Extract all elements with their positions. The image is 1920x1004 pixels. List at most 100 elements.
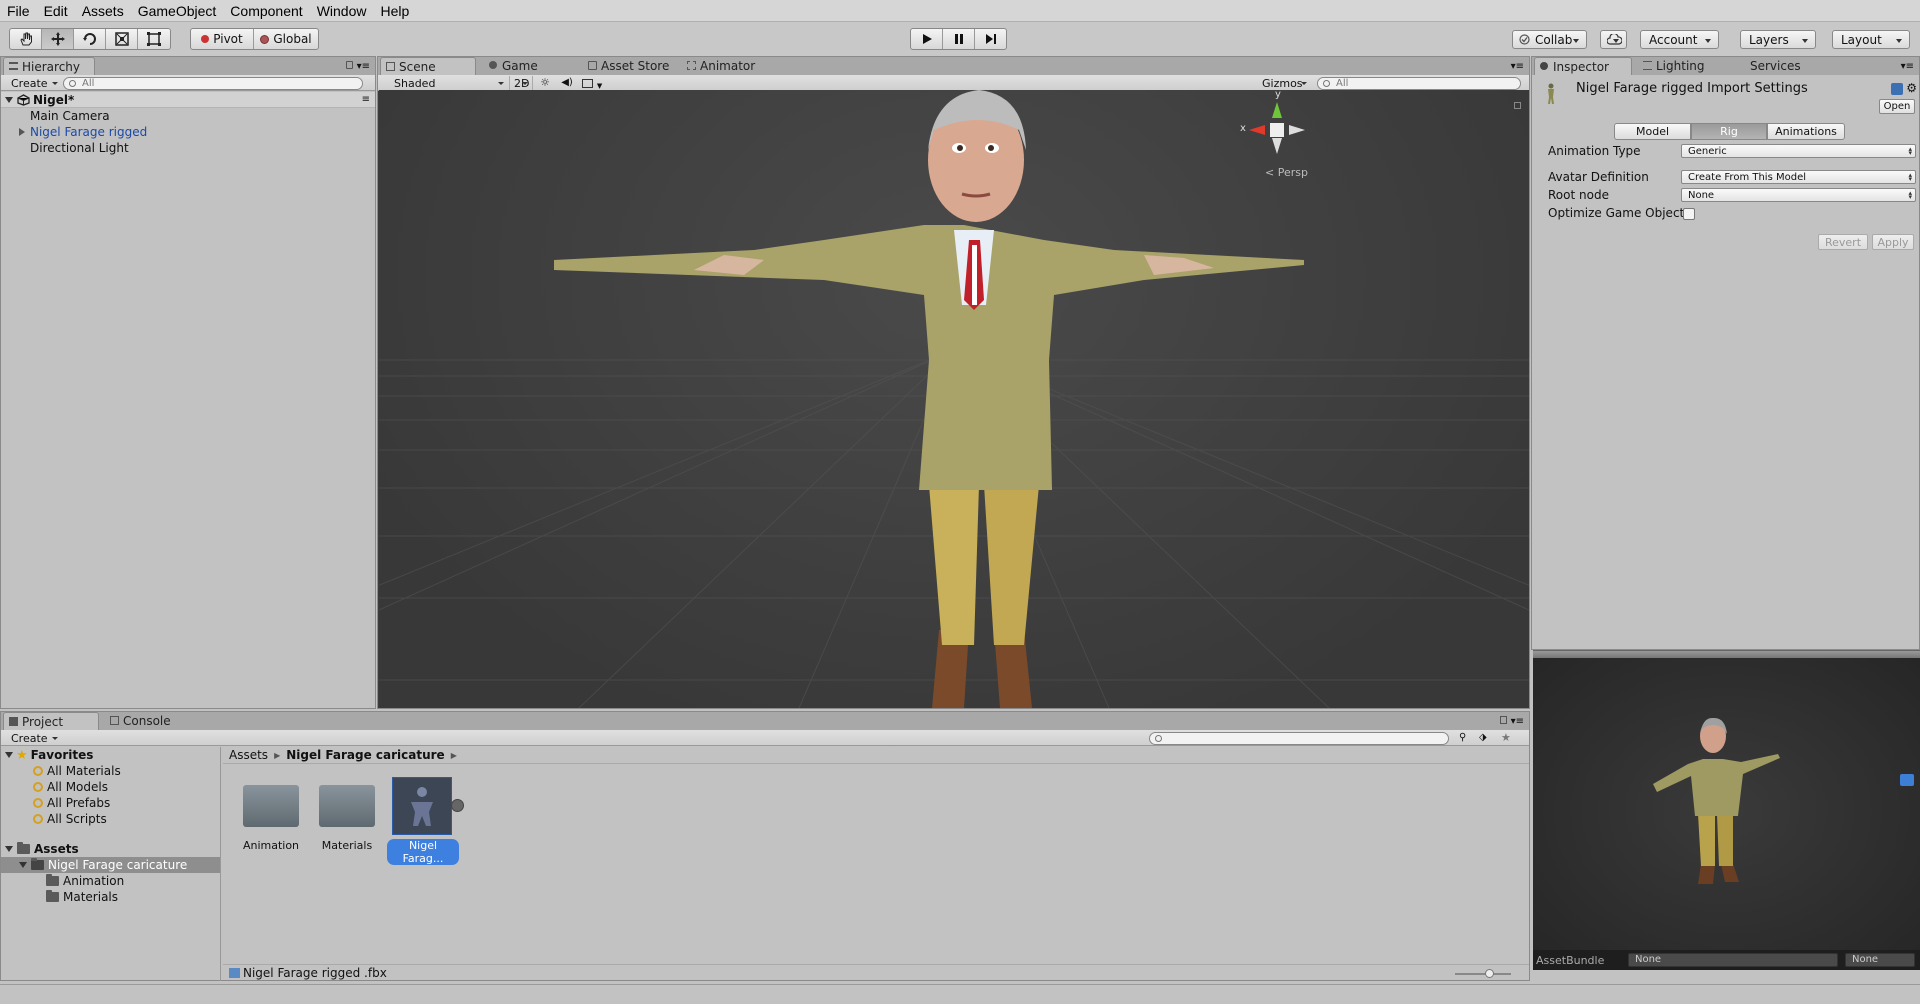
asset-folder-item[interactable]: Materials	[315, 777, 379, 857]
expand-arrow-icon[interactable]	[5, 96, 13, 103]
hand-tool-button[interactable]	[10, 29, 42, 49]
assetbundle-variant-dropdown[interactable]: None	[1845, 953, 1915, 967]
tab-services[interactable]: Services	[1722, 57, 1812, 75]
gizmos-dropdown[interactable]: Gizmos	[1256, 76, 1311, 90]
character-model[interactable]	[524, 90, 1384, 708]
assets-row[interactable]: Assets	[1, 841, 220, 857]
move-tool-button[interactable]	[42, 29, 74, 49]
tab-inspector[interactable]: Inspector	[1534, 57, 1632, 75]
icon-size-slider[interactable]	[1455, 969, 1511, 978]
menu-edit[interactable]: Edit	[37, 3, 75, 19]
model-segment-button[interactable]: Model	[1614, 123, 1691, 140]
menu-file[interactable]: File	[0, 3, 37, 19]
hierarchy-item[interactable]: Main Camera	[1, 108, 375, 124]
project-create-dropdown[interactable]: Create	[5, 731, 62, 745]
favorite-item[interactable]: All Materials	[1, 763, 220, 779]
play-button[interactable]	[911, 29, 943, 49]
root-node-dropdown[interactable]: None ▴ ▾	[1681, 188, 1916, 202]
assetbundle-dropdown[interactable]: None	[1628, 953, 1838, 967]
scene-lock-icon[interactable]	[1514, 102, 1521, 109]
menu-component[interactable]: Component	[223, 3, 309, 19]
scene-viewport[interactable]: y x < Persp	[379, 90, 1529, 708]
tab-console[interactable]: Console	[105, 712, 189, 730]
asset-model-item-selected[interactable]: Nigel Farag...	[387, 777, 464, 865]
help-book-icon[interactable]	[1891, 83, 1903, 95]
tree-folder[interactable]: Materials	[1, 889, 220, 905]
tree-folder[interactable]: Animation	[1, 873, 220, 889]
account-dropdown[interactable]: Account	[1640, 30, 1719, 49]
toggle-2d-button[interactable]: 2D	[509, 76, 533, 90]
hierarchy-item[interactable]: Directional Light	[1, 140, 375, 156]
asset-label-icon[interactable]	[1900, 774, 1914, 786]
effects-dropdown[interactable]: ▼	[582, 77, 604, 90]
tab-animator[interactable]: Animator	[682, 57, 782, 75]
layout-dropdown[interactable]: Layout	[1832, 30, 1910, 49]
audio-toggle-icon[interactable]: ◀)	[560, 77, 574, 89]
breadcrumb-item[interactable]: Nigel Farage caricature	[286, 748, 444, 762]
asset-folder-item[interactable]: Animation	[239, 777, 303, 857]
tree-folder-selected[interactable]: Nigel Farage caricature	[1, 857, 220, 873]
tab-hierarchy[interactable]: Hierarchy	[3, 57, 95, 75]
collab-dropdown[interactable]: Collab	[1512, 30, 1587, 49]
filter-type-icon[interactable]: ⚲	[1459, 732, 1466, 743]
animation-type-dropdown[interactable]: Generic ▴ ▾	[1681, 144, 1916, 158]
expand-arrow-icon[interactable]	[5, 846, 13, 852]
scene-root-row[interactable]: Nigel* ≡	[1, 92, 375, 108]
preview-divider[interactable]	[1533, 650, 1920, 658]
shading-mode-dropdown[interactable]: Shaded	[388, 76, 508, 90]
open-button[interactable]: Open	[1879, 99, 1915, 114]
layers-dropdown[interactable]: Layers	[1740, 30, 1816, 49]
apply-button[interactable]: Apply	[1872, 234, 1914, 250]
revert-button[interactable]: Revert	[1818, 234, 1868, 250]
scale-tool-button[interactable]	[106, 29, 138, 49]
favorite-item[interactable]: All Prefabs	[1, 795, 220, 811]
favorite-item[interactable]: All Models	[1, 779, 220, 795]
expand-arrow-icon[interactable]	[19, 128, 25, 136]
tab-asset-store[interactable]: Asset Store	[583, 57, 683, 75]
tab-scene[interactable]: Scene	[380, 57, 476, 75]
model-preview[interactable]: AssetBundle None None	[1533, 658, 1920, 970]
menu-help[interactable]: Help	[373, 3, 416, 19]
menu-assets[interactable]: Assets	[75, 3, 131, 19]
pause-button[interactable]	[943, 29, 975, 49]
expand-arrow-icon[interactable]	[19, 862, 27, 868]
favorite-star-icon[interactable]: ★	[1501, 731, 1511, 744]
favorites-row[interactable]: ★ Favorites	[1, 747, 220, 763]
rect-tool-button[interactable]	[138, 29, 170, 49]
rig-segment-button[interactable]: Rig	[1691, 123, 1767, 140]
pivot-button[interactable]: Pivot	[191, 29, 254, 49]
hierarchy-search-input[interactable]: All	[63, 77, 363, 90]
panel-menu-icon[interactable]: ▾≡	[1511, 61, 1524, 72]
panel-menu-icon[interactable]: ▾≡	[357, 61, 370, 72]
hierarchy-item-selected[interactable]: Nigel Farage rigged	[1, 124, 375, 140]
animations-segment-button[interactable]: Animations	[1767, 123, 1845, 140]
projection-label[interactable]: < Persp	[1265, 166, 1308, 179]
scene-menu-icon[interactable]: ≡	[362, 94, 370, 105]
menu-window[interactable]: Window	[310, 3, 374, 19]
lock-icon[interactable]	[1500, 716, 1507, 724]
tab-game[interactable]: Game	[484, 57, 570, 75]
project-search-input[interactable]	[1149, 732, 1449, 745]
lock-icon[interactable]	[346, 61, 353, 69]
global-button[interactable]: Global	[254, 29, 318, 49]
optimize-checkbox[interactable]	[1683, 208, 1695, 220]
expand-asset-icon[interactable]	[451, 799, 464, 812]
hierarchy-create-dropdown[interactable]: Create	[5, 76, 62, 90]
step-button[interactable]	[975, 29, 1006, 49]
orientation-gizmo[interactable]: y x < Persp	[1237, 90, 1317, 180]
expand-arrow-icon[interactable]	[5, 752, 13, 758]
lighting-toggle-icon[interactable]: ☼	[538, 77, 552, 89]
tab-lighting[interactable]: Lighting	[1638, 57, 1724, 75]
rotate-tool-button[interactable]	[74, 29, 106, 49]
cloud-button[interactable]	[1600, 30, 1627, 49]
avatar-definition-dropdown[interactable]: Create From This Model ▴ ▾	[1681, 170, 1916, 184]
menu-gameobject[interactable]: GameObject	[131, 3, 224, 19]
breadcrumb-item[interactable]: Assets	[229, 748, 268, 762]
scene-search-input[interactable]: All	[1317, 77, 1521, 90]
panel-menu-icon[interactable]: ▾≡	[1901, 61, 1914, 72]
favorite-item[interactable]: All Scripts	[1, 811, 220, 827]
tab-project[interactable]: Project	[3, 712, 99, 730]
panel-menu-icon[interactable]: ▾≡	[1511, 716, 1524, 727]
settings-gear-icon[interactable]: ⚙	[1906, 81, 1917, 95]
filter-label-icon[interactable]: ⬗	[1479, 732, 1487, 743]
